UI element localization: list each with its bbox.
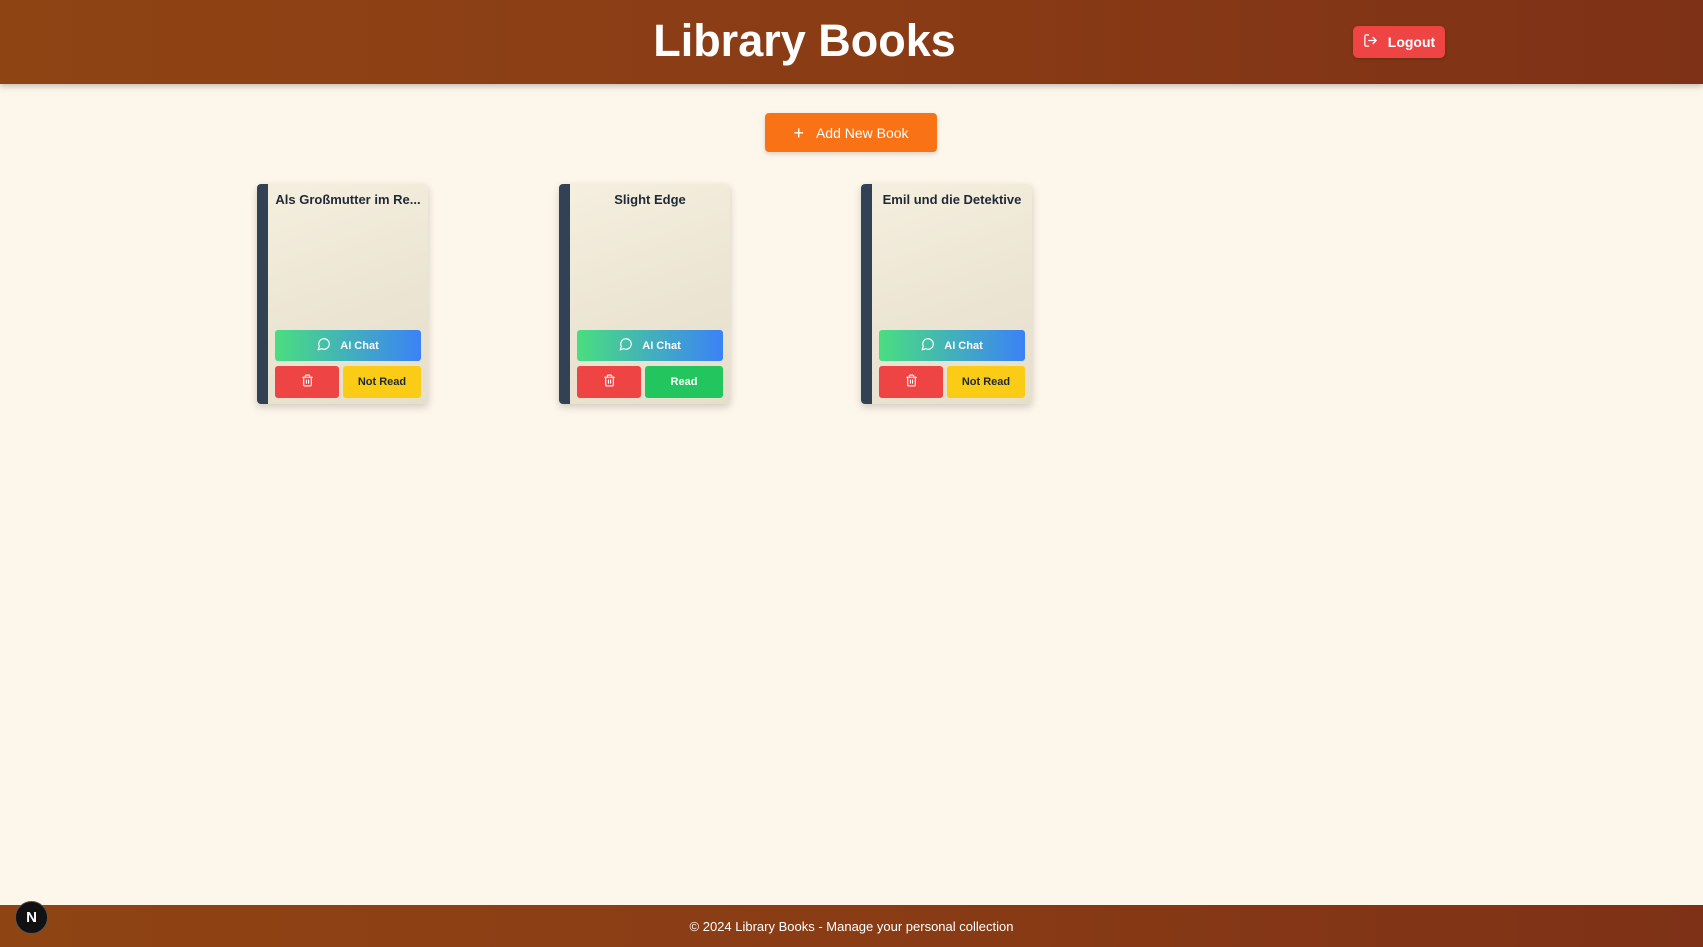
trash-icon — [905, 374, 918, 390]
book-spine — [257, 184, 268, 404]
plus-icon: + — [793, 122, 804, 143]
dev-tools-badge[interactable]: N — [15, 901, 48, 934]
read-status-button[interactable]: Not Read — [947, 366, 1025, 398]
message-circle-icon — [317, 337, 331, 354]
add-new-book-label: Add New Book — [815, 124, 909, 141]
book-card: Slight Edge AI Chat Read — [559, 184, 730, 404]
book-card: Als Großmutter im Re... AI Chat Not Read — [257, 184, 428, 404]
footer-text: © 2024 Library Books - Manage your perso… — [689, 918, 1014, 934]
app-footer: © 2024 Library Books - Manage your perso… — [0, 905, 1703, 947]
trash-icon — [603, 374, 616, 390]
ai-chat-button[interactable]: AI Chat — [275, 330, 421, 361]
delete-book-button[interactable] — [275, 366, 339, 398]
n-logo-icon: N — [26, 909, 37, 926]
message-circle-icon — [921, 337, 935, 354]
app-header: Library Books Logout — [0, 0, 1703, 84]
book-title: Slight Edge — [614, 192, 686, 207]
delete-book-button[interactable] — [879, 366, 943, 398]
ai-chat-label: AI Chat — [340, 339, 379, 352]
delete-book-button[interactable] — [577, 366, 641, 398]
logout-label: Logout — [1387, 34, 1436, 50]
logout-icon — [1363, 33, 1378, 51]
book-title: Als Großmutter im Re... — [275, 192, 421, 207]
book-title: Emil und die Detektive — [882, 192, 1022, 207]
book-spine — [559, 184, 570, 404]
ai-chat-button[interactable]: AI Chat — [577, 330, 723, 361]
read-status-button[interactable]: Not Read — [343, 366, 421, 398]
book-spine — [861, 184, 872, 404]
book-card: Emil und die Detektive AI Chat Not Read — [861, 184, 1032, 404]
page-title: Library Books — [653, 15, 956, 66]
ai-chat-label: AI Chat — [642, 339, 681, 352]
ai-chat-label: AI Chat — [944, 339, 983, 352]
message-circle-icon — [619, 337, 633, 354]
read-status-button[interactable]: Read — [645, 366, 723, 398]
trash-icon — [301, 374, 314, 390]
logout-button[interactable]: Logout — [1353, 26, 1445, 58]
ai-chat-button[interactable]: AI Chat — [879, 330, 1025, 361]
add-new-book-button[interactable]: + Add New Book — [765, 113, 937, 152]
